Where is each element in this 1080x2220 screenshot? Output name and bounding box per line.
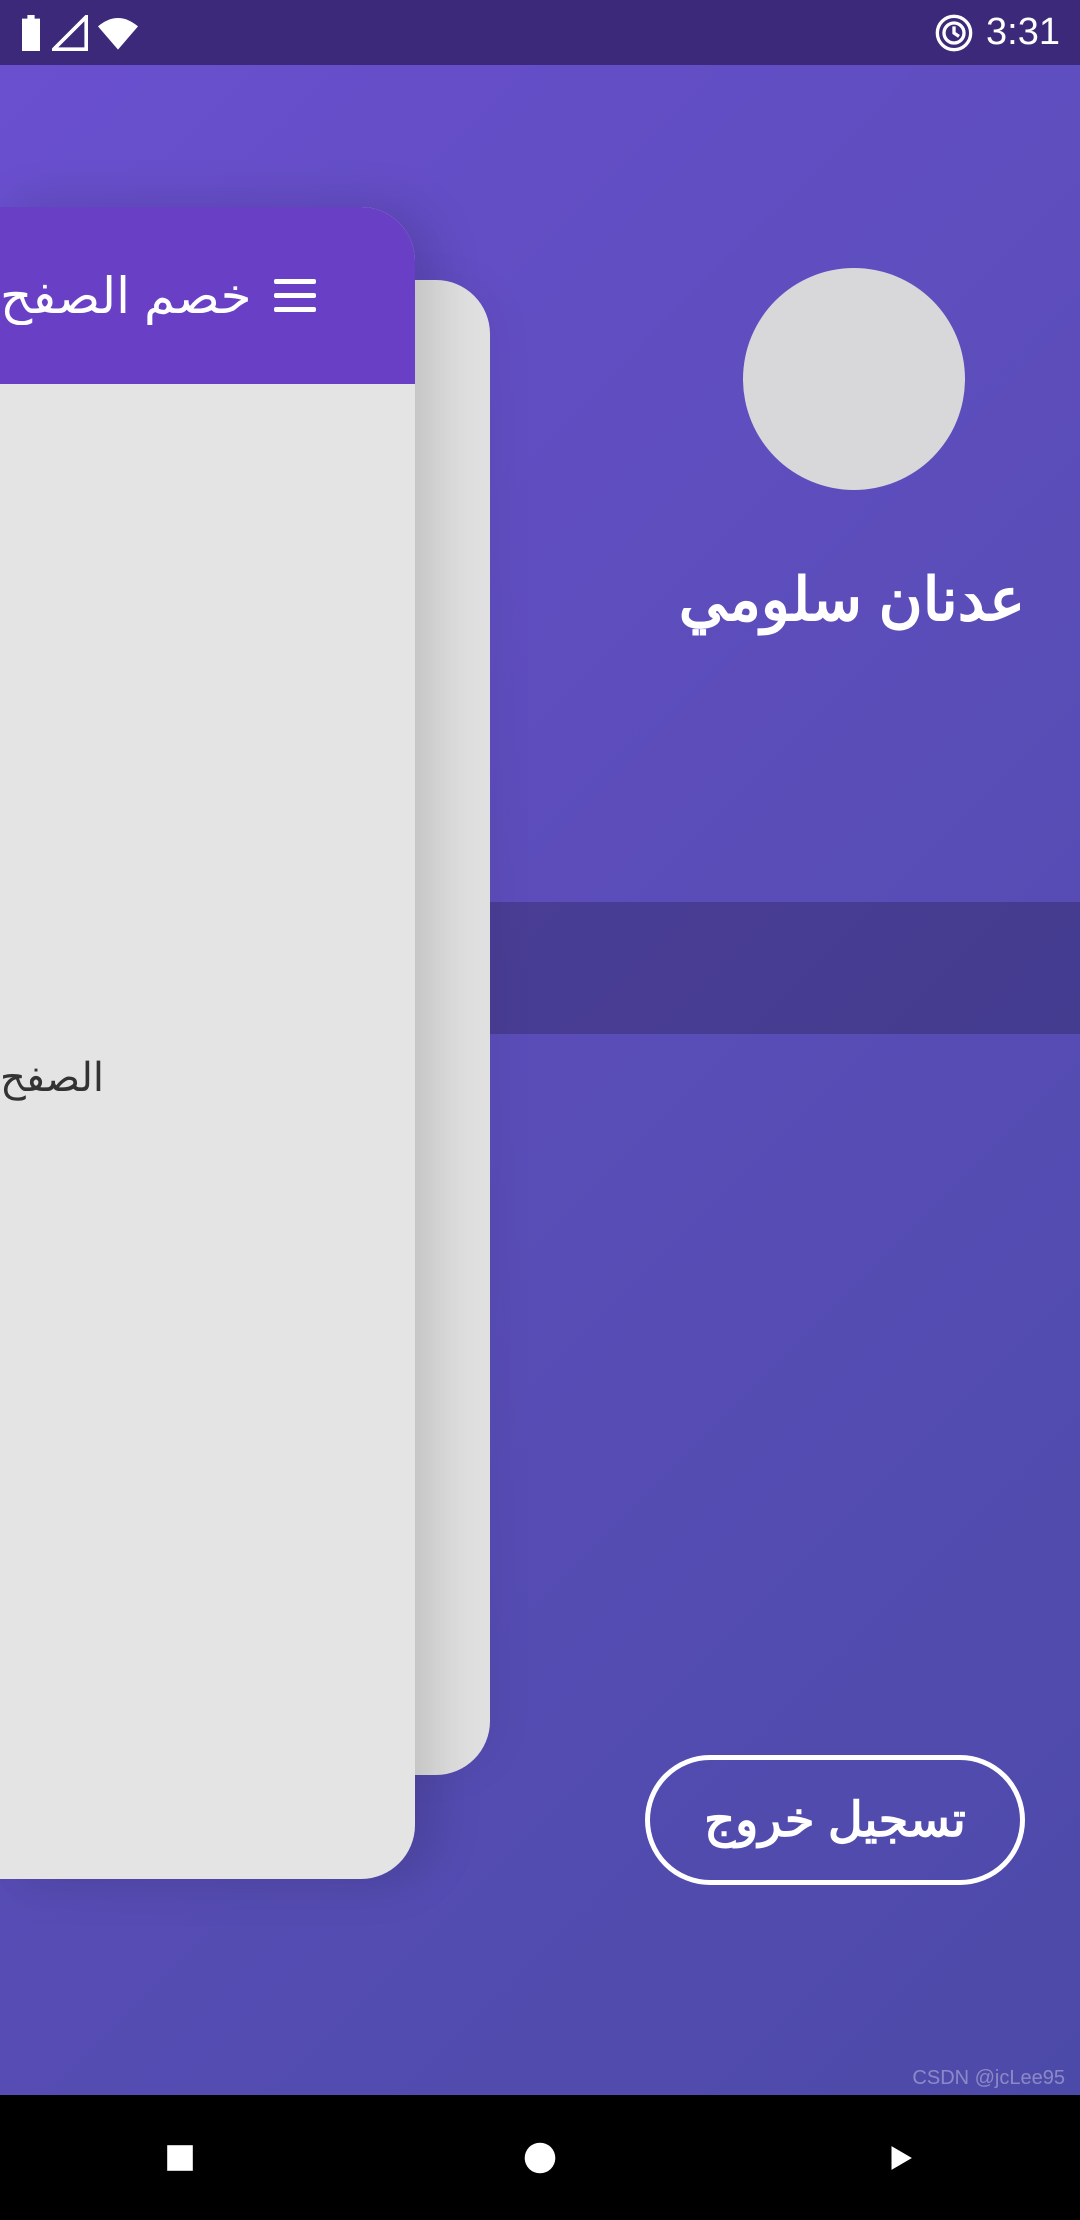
nav-back-button[interactable] — [880, 2138, 920, 2178]
page-title: خصم الصفح — [0, 267, 252, 325]
clock-time: 3:31 — [986, 11, 1060, 54]
page-body-text: الصفح — [0, 1055, 104, 1101]
wifi-icon — [98, 15, 138, 51]
watermark: CSDN @jcLee95 — [912, 2067, 1065, 2090]
alarm-icon — [934, 13, 974, 53]
main-page-card[interactable]: خصم الصفح الصفح — [0, 207, 415, 1879]
logout-button[interactable]: تسجيل خروج — [645, 1755, 1025, 1885]
signal-icon — [52, 15, 88, 51]
nav-home-button[interactable] — [520, 2138, 560, 2178]
battery-icon — [20, 15, 42, 51]
navigation-bar — [0, 2095, 1080, 2220]
user-name: عدنان سلومي — [679, 565, 1025, 635]
app-bar: خصم الصفح — [0, 207, 415, 384]
status-right: 3:31 — [934, 11, 1060, 54]
avatar[interactable] — [743, 268, 965, 490]
status-left — [20, 15, 138, 51]
nav-recent-button[interactable] — [160, 2138, 200, 2178]
menu-toggle-button[interactable] — [274, 279, 316, 312]
status-bar: 3:31 — [0, 0, 1080, 65]
